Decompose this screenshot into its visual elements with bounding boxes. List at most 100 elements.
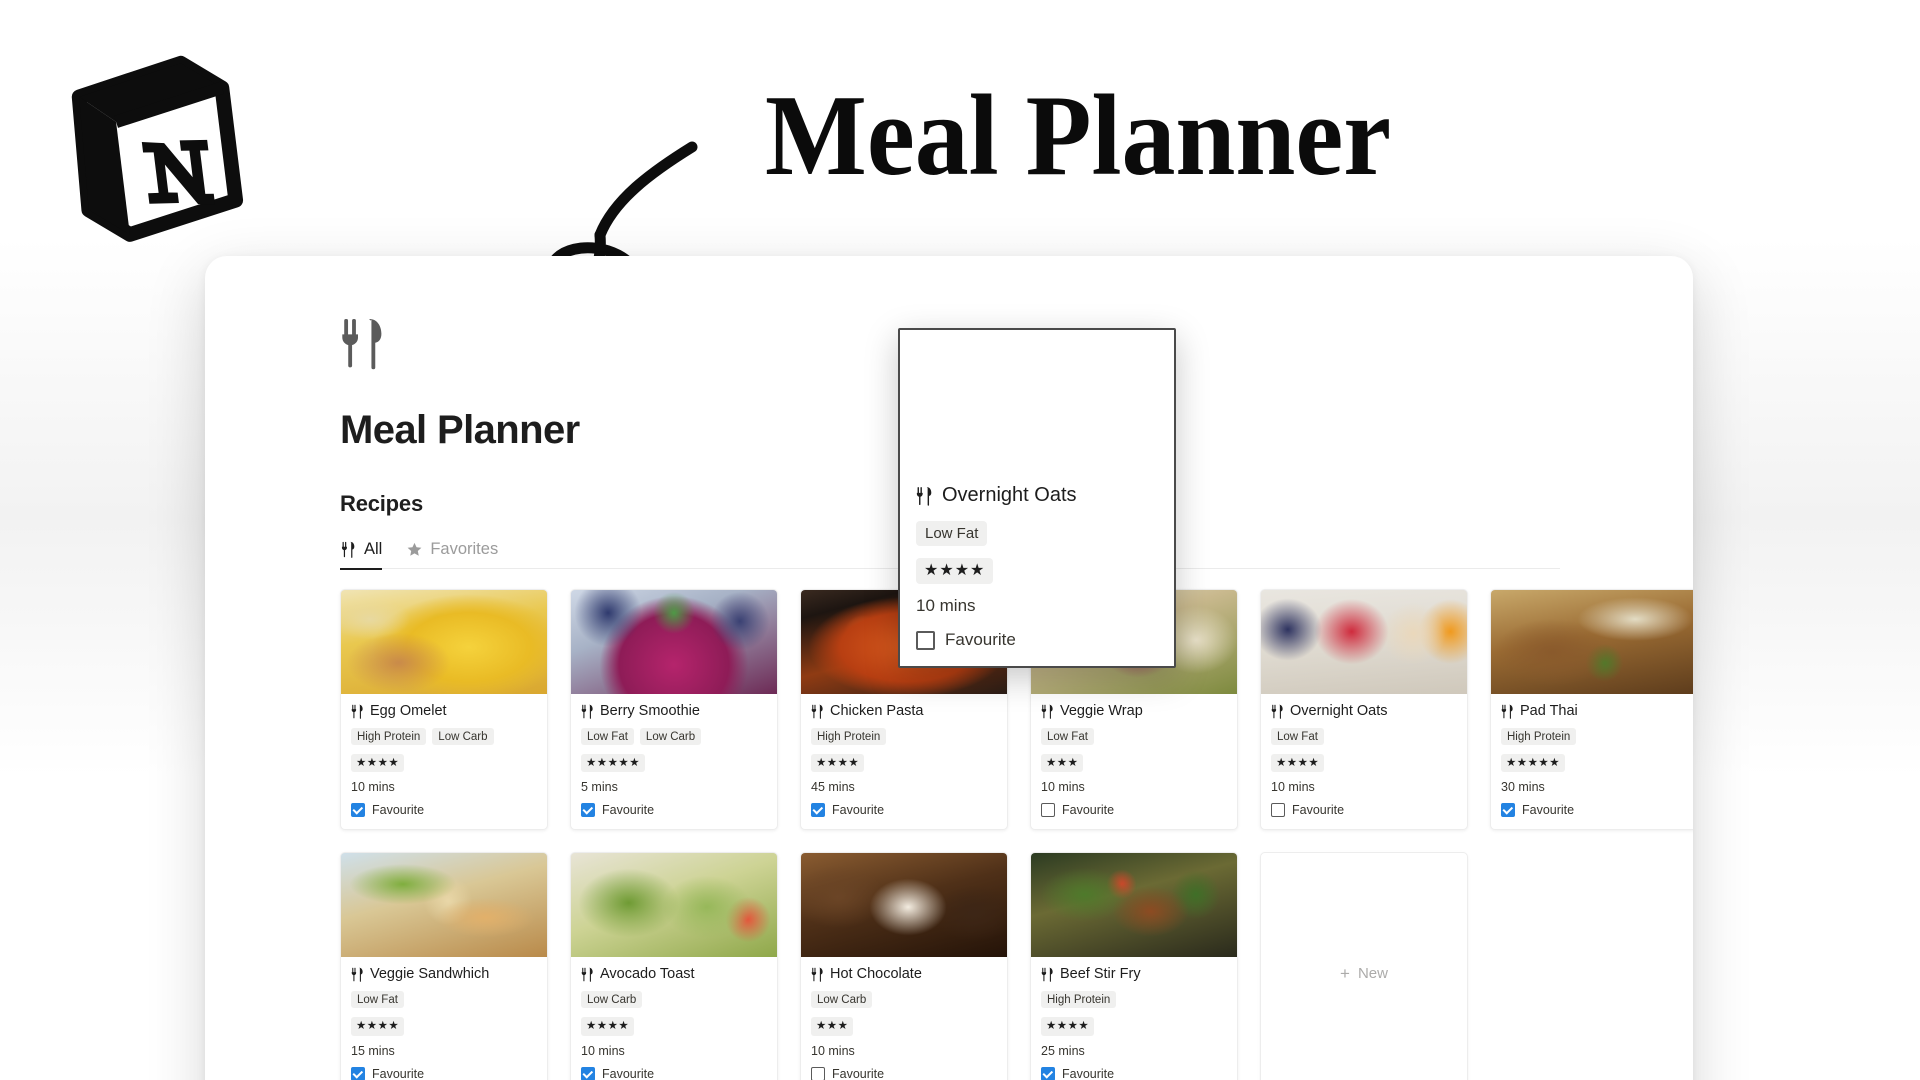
recipe-rating[interactable]: ★★★★ bbox=[581, 1017, 635, 1036]
recipe-peek-card[interactable]: Overnight Oats Low Fat ★★★★ 10 mins Favo… bbox=[898, 328, 1176, 668]
recipe-tags: High Protein bbox=[1501, 728, 1687, 745]
recipe-photo bbox=[571, 590, 777, 694]
recipe-tag[interactable]: Low Fat bbox=[1041, 728, 1094, 745]
recipe-peek-favourite-row[interactable]: Favourite bbox=[916, 630, 1158, 650]
recipe-card[interactable]: Beef Stir Fry High Protein ★★★★ 25 mins Favo… bbox=[1030, 852, 1238, 1080]
recipe-favourite-row[interactable]: Favourite bbox=[811, 1066, 997, 1080]
recipe-tags: Low Fat bbox=[1041, 728, 1227, 745]
recipe-favourite-row[interactable]: Favourite bbox=[351, 803, 537, 818]
recipe-card[interactable]: Egg Omelet High Protein Low Carb ★★★★ 10 min… bbox=[340, 589, 548, 831]
recipe-favourite-row[interactable]: Favourite bbox=[1041, 1066, 1227, 1080]
recipe-peek-rating[interactable]: ★★★★ bbox=[916, 558, 994, 584]
recipe-tags: Low Carb bbox=[811, 991, 997, 1009]
fork-and-knife-icon bbox=[811, 967, 824, 982]
recipe-name-row: Berry Smoothie bbox=[581, 703, 767, 719]
recipe-tag[interactable]: Low Carb bbox=[432, 728, 494, 745]
recipe-time: 10 mins bbox=[811, 1043, 855, 1058]
recipe-card[interactable]: Avocado Toast Low Carb ★★★★ 10 mins Favourit… bbox=[570, 852, 778, 1080]
recipe-photo bbox=[341, 590, 547, 694]
recipe-card-body: Pad Thai High Protein ★★★★★ 30 mins Favourit… bbox=[1491, 694, 1693, 829]
recipe-favourite-row[interactable]: Favourite bbox=[811, 803, 997, 818]
recipe-tag[interactable]: High Protein bbox=[351, 728, 427, 745]
favourite-checkbox[interactable] bbox=[351, 803, 365, 818]
recipe-card[interactable]: Overnight Oats Low Fat ★★★★ 10 mins Favourit… bbox=[1260, 589, 1468, 831]
tab-favorites[interactable]: Favorites bbox=[406, 540, 498, 570]
recipe-favourite-row[interactable]: Favourite bbox=[1501, 803, 1687, 818]
recipe-tag[interactable]: Low Fat bbox=[1271, 728, 1324, 745]
favourite-checkbox[interactable] bbox=[1041, 1066, 1055, 1080]
recipe-image bbox=[571, 853, 777, 958]
screenshot-stage: Meal Planner Meal Planner Recipes All Fa… bbox=[0, 0, 1920, 1080]
recipe-tags: High Protein Low Carb bbox=[351, 728, 537, 745]
tab-all[interactable]: All bbox=[340, 539, 383, 570]
tab-all-label: All bbox=[364, 539, 383, 558]
recipe-name: Berry Smoothie bbox=[600, 703, 700, 719]
recipe-time: 10 mins bbox=[351, 780, 395, 795]
favourite-checkbox[interactable] bbox=[916, 630, 935, 650]
favourite-label: Favourite bbox=[1062, 803, 1115, 818]
favourite-checkbox[interactable] bbox=[581, 1066, 595, 1080]
fork-and-knife-icon bbox=[340, 541, 357, 558]
recipe-favourite-row[interactable]: Favourite bbox=[581, 803, 767, 818]
favourite-checkbox[interactable] bbox=[811, 803, 825, 818]
recipe-tags: High Protein bbox=[811, 728, 997, 745]
favourite-checkbox[interactable] bbox=[581, 803, 595, 818]
recipe-card[interactable]: Berry Smoothie Low Fat Low Carb ★★★★★ 5 mins… bbox=[570, 589, 778, 831]
new-recipe-button[interactable]: + New bbox=[1260, 852, 1468, 1080]
recipe-tag[interactable]: Low Fat bbox=[351, 991, 404, 1009]
recipe-tags: Low Fat bbox=[351, 991, 537, 1009]
recipe-photo bbox=[1491, 590, 1693, 694]
fork-and-knife-icon bbox=[351, 967, 364, 982]
fork-and-knife-icon bbox=[581, 967, 594, 982]
recipe-rating[interactable]: ★★★ bbox=[1041, 754, 1084, 773]
recipe-tag[interactable]: High Protein bbox=[1501, 728, 1577, 745]
favourite-label: Favourite bbox=[602, 1066, 655, 1080]
recipe-peek-body: Overnight Oats Low Fat ★★★★ 10 mins Favo… bbox=[900, 470, 1174, 666]
favourite-checkbox[interactable] bbox=[351, 1066, 365, 1080]
recipe-tag[interactable]: Low Fat bbox=[581, 728, 634, 745]
recipe-favourite-row[interactable]: Favourite bbox=[1271, 803, 1457, 818]
favourite-label: Favourite bbox=[372, 1066, 425, 1080]
plus-icon: + bbox=[1340, 963, 1350, 983]
fork-and-knife-icon bbox=[916, 486, 933, 506]
recipe-card-body: Egg Omelet High Protein Low Carb ★★★★ 10 min… bbox=[341, 694, 547, 829]
fork-and-knife-icon bbox=[1041, 967, 1054, 982]
recipe-tag[interactable]: Low Carb bbox=[811, 991, 873, 1009]
favourite-checkbox[interactable] bbox=[1271, 803, 1285, 818]
favourite-label: Favourite bbox=[945, 630, 1016, 649]
favourite-label: Favourite bbox=[832, 803, 885, 818]
recipe-rating[interactable]: ★★★★ bbox=[1041, 1017, 1095, 1036]
recipe-favourite-row[interactable]: Favourite bbox=[351, 1066, 537, 1080]
favourite-label: Favourite bbox=[832, 1066, 885, 1080]
recipe-rating[interactable]: ★★★★ bbox=[811, 754, 865, 773]
recipe-tag[interactable]: High Protein bbox=[1041, 991, 1117, 1009]
recipe-card[interactable]: Hot Chocolate Low Carb ★★★ 10 mins Favourite bbox=[800, 852, 1008, 1080]
recipe-tag[interactable]: Low Carb bbox=[581, 991, 643, 1009]
recipe-rating[interactable]: ★★★★ bbox=[351, 1017, 405, 1036]
recipe-time: 25 mins bbox=[1041, 1043, 1085, 1058]
recipe-rating[interactable]: ★★★★ bbox=[1271, 754, 1325, 773]
recipe-tags: High Protein bbox=[1041, 991, 1227, 1009]
recipe-rating[interactable]: ★★★★★ bbox=[581, 754, 646, 773]
recipe-photo bbox=[1031, 853, 1237, 958]
recipe-favourite-row[interactable]: Favourite bbox=[1041, 803, 1227, 818]
recipe-tag[interactable]: Low Carb bbox=[639, 728, 702, 745]
recipe-name: Veggie Wrap bbox=[1060, 703, 1143, 719]
recipe-rating[interactable]: ★★★ bbox=[811, 1017, 854, 1036]
recipe-card[interactable]: Veggie Sandwhich Low Fat ★★★★ 15 mins Favour… bbox=[340, 852, 548, 1080]
recipe-name-row: Veggie Wrap bbox=[1041, 703, 1227, 719]
recipe-peek-tags: Low Fat bbox=[916, 521, 1158, 546]
recipe-rating[interactable]: ★★★★ bbox=[351, 754, 405, 773]
recipe-tag[interactable]: Low Fat bbox=[916, 521, 988, 546]
recipe-card-body: Veggie Sandwhich Low Fat ★★★★ 15 mins Favour… bbox=[341, 957, 547, 1080]
recipe-favourite-row[interactable]: Favourite bbox=[581, 1066, 767, 1080]
favourite-checkbox[interactable] bbox=[1501, 803, 1515, 818]
recipe-card-body: Chicken Pasta High Protein ★★★★ 45 mins Favo… bbox=[801, 694, 1007, 829]
recipe-rating[interactable]: ★★★★★ bbox=[1501, 754, 1566, 773]
recipe-name-row: Avocado Toast bbox=[581, 966, 767, 982]
recipe-tag[interactable]: High Protein bbox=[811, 728, 887, 745]
recipe-card[interactable]: Pad Thai High Protein ★★★★★ 30 mins Favourit… bbox=[1490, 589, 1693, 831]
favourite-checkbox[interactable] bbox=[1041, 803, 1055, 818]
fork-and-knife-icon bbox=[1271, 704, 1284, 719]
favourite-checkbox[interactable] bbox=[811, 1066, 825, 1080]
